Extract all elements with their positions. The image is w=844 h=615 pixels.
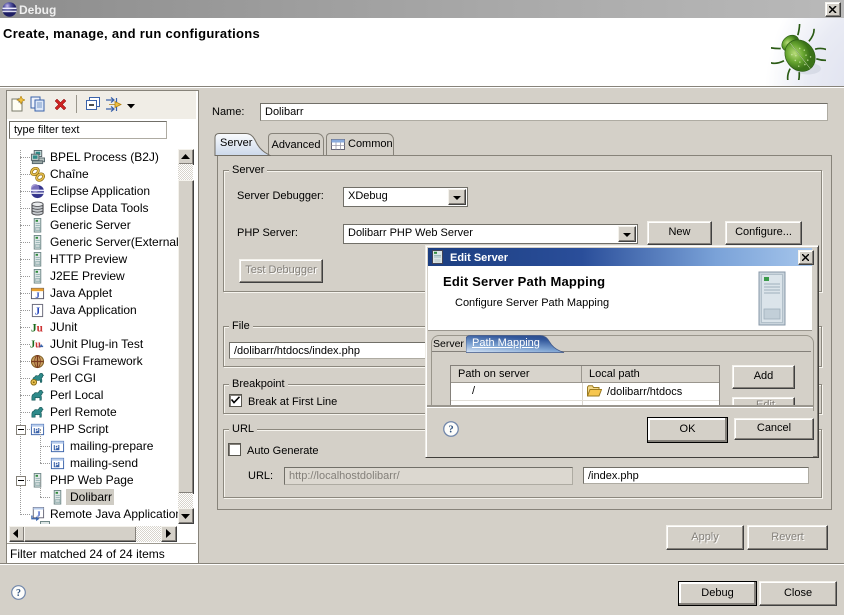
svg-text:?: ? bbox=[448, 425, 453, 436]
svg-text:?: ? bbox=[16, 588, 21, 599]
